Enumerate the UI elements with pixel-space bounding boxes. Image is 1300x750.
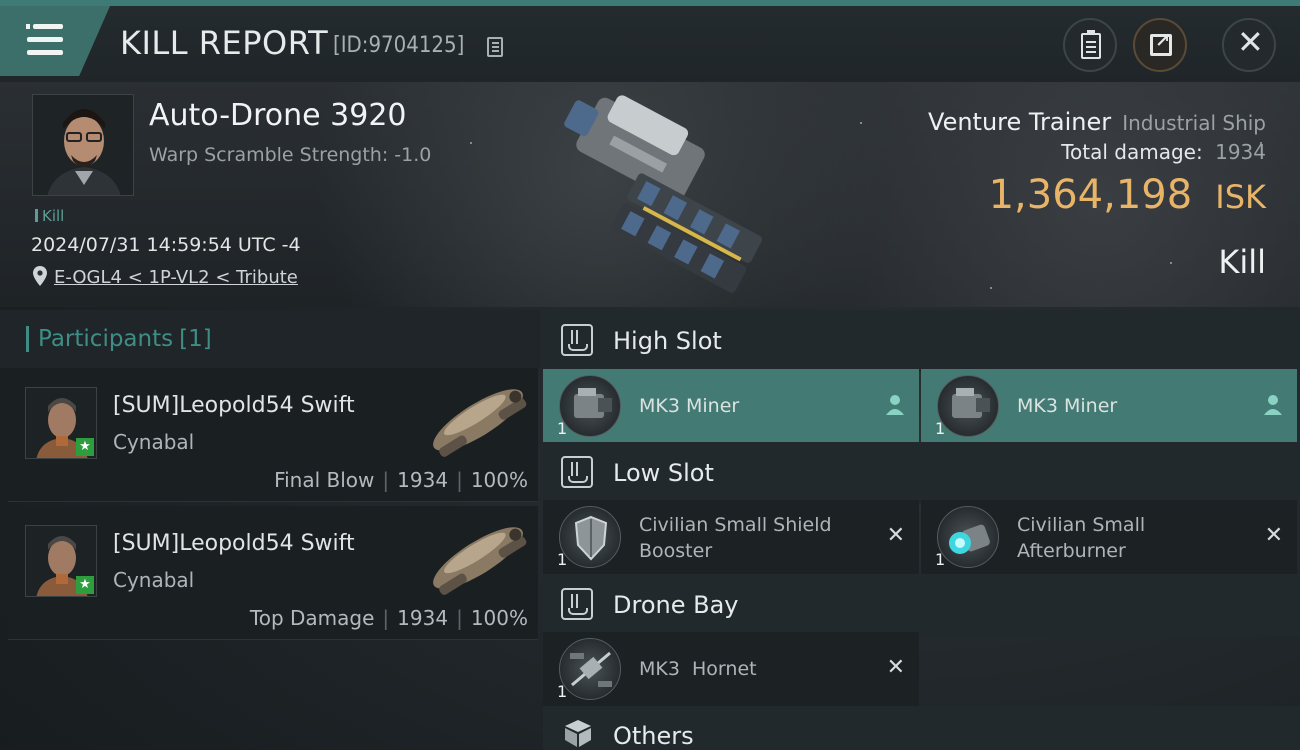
close-button[interactable]: ✕ — [1222, 18, 1276, 72]
location-link[interactable]: E-OGL4 < 1P-VL2 < Tribute — [54, 267, 298, 288]
participant-stats: Final Blow | 1934 | 100% — [274, 468, 528, 492]
shield-booster-icon — [559, 506, 621, 568]
share-icon — [1150, 31, 1172, 56]
module-name: MK3 Hornet — [639, 658, 757, 680]
close-icon: ✕ — [1237, 23, 1264, 61]
module-quantity: 1 — [557, 682, 568, 701]
destroyed-x-icon: ✕ — [1264, 523, 1283, 548]
destroyed-x-icon: ✕ — [886, 655, 905, 680]
participant-avatar[interactable]: ★ — [25, 525, 97, 597]
module-item[interactable]: 1 MK3 Miner — [921, 369, 1297, 443]
participant-stats: Top Damage | 1934 | 100% — [250, 606, 528, 630]
share-button[interactable] — [1133, 18, 1187, 72]
victim-ship-name: Venture Trainer — [928, 108, 1112, 136]
clipboard-button[interactable] — [1063, 18, 1117, 72]
participant-name: [SUM]Leopold54 Swift — [113, 531, 355, 556]
module-name: MK3 Miner — [639, 395, 740, 417]
location-pin-icon — [33, 266, 47, 286]
module-name-line: Civilian Small — [1017, 514, 1146, 536]
module-item[interactable]: 1 Civilian Small Shield Booster ✕ — [543, 500, 919, 574]
drone-bay-label: Drone Bay — [613, 591, 739, 619]
stats-divider: | — [456, 606, 463, 630]
total-damage-line: Total damage: 1934 — [1061, 140, 1266, 164]
participant-percent: 100% — [470, 606, 528, 630]
participant-star-badge: ★ — [76, 438, 94, 456]
person-icon — [886, 395, 904, 415]
participant-star-badge: ★ — [76, 576, 94, 594]
participant-ship-image — [433, 527, 527, 595]
others-label: Others — [613, 722, 694, 750]
total-damage-label: Total damage: — [1061, 140, 1203, 164]
high-slot-section: High Slot — [543, 310, 1300, 372]
isk-unit: ISK — [1215, 178, 1266, 216]
module-name: MK3 Miner — [1017, 395, 1118, 417]
module-quantity: 1 — [935, 419, 946, 438]
participant-damage: 1934 — [397, 468, 449, 492]
participant-card[interactable]: ★ [SUM]Leopold54 Swift Cynabal Final Blo… — [8, 368, 538, 502]
others-section: Others — [543, 706, 1300, 750]
drone-icon — [559, 638, 621, 700]
destroyed-x-icon: ✕ — [886, 523, 905, 548]
victim-avatar[interactable] — [32, 94, 134, 196]
stats-divider: | — [382, 606, 390, 630]
module-name-line: Booster — [639, 540, 713, 562]
copy-id-icon[interactable] — [487, 37, 503, 57]
module-name-line: Afterburner — [1017, 540, 1126, 562]
module-name: Civilian Small Shield Booster — [639, 512, 832, 564]
low-slot-icon — [561, 456, 593, 488]
module-item[interactable]: 1 MK3 Hornet ✕ — [543, 632, 919, 706]
miner-module-icon — [937, 375, 999, 437]
victim-ship-line: Venture Trainer Industrial Ship — [928, 108, 1266, 136]
drone-bay-icon — [561, 588, 593, 620]
module-item[interactable]: 1 Civilian Small Afterburner ✕ — [921, 500, 1297, 574]
kill-type-label: Kill — [1218, 243, 1266, 281]
module-quantity: 1 — [935, 550, 946, 569]
module-quantity: 1 — [557, 550, 568, 569]
participant-ship: Cynabal — [113, 430, 195, 454]
report-id: [ID:9704125] — [333, 33, 465, 58]
participants-count: [1] — [179, 326, 212, 352]
kill-report-window: KILL REPORT [ID:9704125] ✕ Auto-Drone 39… — [0, 0, 1300, 750]
participant-damage: 1934 — [397, 606, 449, 630]
participant-name: [SUM]Leopold54 Swift — [113, 393, 355, 418]
victim-ship-image — [564, 95, 763, 293]
low-slot-section: Low Slot — [543, 442, 1300, 504]
participant-card[interactable]: ★ [SUM]Leopold54 Swift Cynabal Top Damag… — [8, 506, 538, 640]
module-name-line: Civilian Small Shield — [639, 514, 832, 536]
kill-tag: Kill — [35, 207, 64, 225]
miner-module-icon — [559, 375, 621, 437]
participant-ship: Cynabal — [113, 568, 195, 592]
participants-title-label: Participants — [38, 326, 174, 352]
afterburner-icon — [937, 506, 999, 568]
stats-divider: | — [456, 468, 463, 492]
participant-percent: 100% — [470, 468, 528, 492]
kill-datetime: 2024/07/31 14:59:54 UTC -4 — [31, 234, 301, 256]
page-title: KILL REPORT — [120, 24, 329, 62]
module-item[interactable]: 1 MK3 Miner — [543, 369, 919, 443]
module-quantity: 1 — [557, 419, 568, 438]
stats-divider: | — [382, 468, 390, 492]
drone-bay-section: Drone Bay — [543, 574, 1300, 636]
high-slot-label: High Slot — [613, 327, 722, 355]
clipboard-icon — [1081, 30, 1101, 59]
participant-avatar[interactable]: ★ — [25, 387, 97, 459]
victim-name: Auto-Drone 3920 — [149, 98, 407, 133]
person-icon — [1264, 395, 1282, 415]
victim-ship-class: Industrial Ship — [1122, 111, 1266, 135]
total-damage-value: 1934 — [1215, 140, 1266, 164]
participants-title: Participants [1] — [26, 326, 212, 352]
participant-ship-image — [433, 389, 527, 457]
low-slot-label: Low Slot — [613, 459, 714, 487]
isk-value: 1,364,198 — [988, 172, 1193, 218]
isk-line: 1,364,198 ISK — [989, 172, 1266, 218]
module-name: Civilian Small Afterburner — [1017, 512, 1145, 564]
high-slot-icon — [561, 324, 593, 356]
warp-scramble-strength: Warp Scramble Strength: -1.0 — [149, 144, 432, 166]
participant-role: Top Damage — [249, 606, 375, 630]
cube-icon — [565, 720, 591, 747]
participant-role: Final Blow — [274, 468, 375, 492]
